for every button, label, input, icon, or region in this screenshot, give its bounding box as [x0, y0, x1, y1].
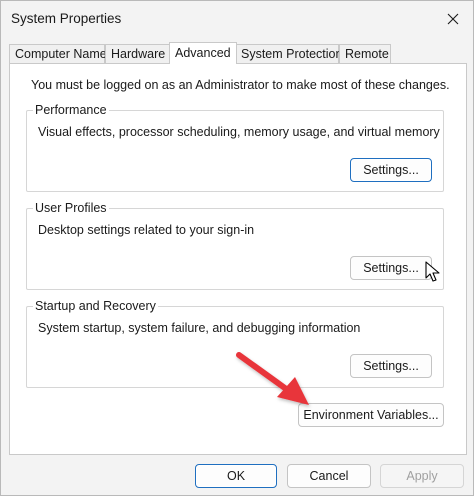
tab-system-protection[interactable]: System Protection: [235, 44, 342, 63]
close-icon: [447, 13, 459, 25]
cancel-button[interactable]: Cancel: [287, 464, 371, 488]
annotation-arrow-icon: [236, 352, 309, 405]
performance-group: Performance Visual effects, processor sc…: [26, 103, 444, 192]
user-profiles-group-title: User Profiles: [33, 201, 109, 215]
mouse-pointer-icon: [425, 261, 440, 282]
apply-button[interactable]: Apply: [380, 464, 464, 488]
user-profiles-settings-button[interactable]: Settings...: [350, 256, 432, 280]
admin-notice: You must be logged on as an Administrato…: [31, 78, 450, 92]
startup-recovery-settings-button[interactable]: Settings...: [350, 354, 432, 378]
performance-group-title: Performance: [33, 103, 109, 117]
window-title: System Properties: [11, 11, 122, 26]
tab-hardware[interactable]: Hardware: [105, 44, 171, 63]
tab-computer-name[interactable]: Computer Name: [9, 44, 107, 63]
user-profiles-group: User Profiles Desktop settings related t…: [26, 201, 444, 290]
performance-settings-button[interactable]: Settings...: [350, 158, 432, 182]
tab-advanced[interactable]: Advanced: [169, 42, 237, 64]
ok-button[interactable]: OK: [195, 464, 277, 488]
startup-recovery-description: System startup, system failure, and debu…: [38, 321, 361, 335]
title-bar: System Properties: [1, 1, 473, 37]
startup-recovery-group-title: Startup and Recovery: [33, 299, 158, 313]
tab-strip: Computer Name Hardware Advanced System P…: [9, 42, 469, 64]
environment-variables-button[interactable]: Environment Variables...: [298, 403, 444, 427]
system-properties-window: System Properties Computer Name Hardware…: [0, 0, 474, 496]
user-profiles-description: Desktop settings related to your sign-in: [38, 223, 255, 237]
tab-remote[interactable]: Remote: [339, 44, 391, 63]
performance-description: Visual effects, processor scheduling, me…: [38, 125, 440, 139]
close-button[interactable]: [437, 5, 469, 33]
